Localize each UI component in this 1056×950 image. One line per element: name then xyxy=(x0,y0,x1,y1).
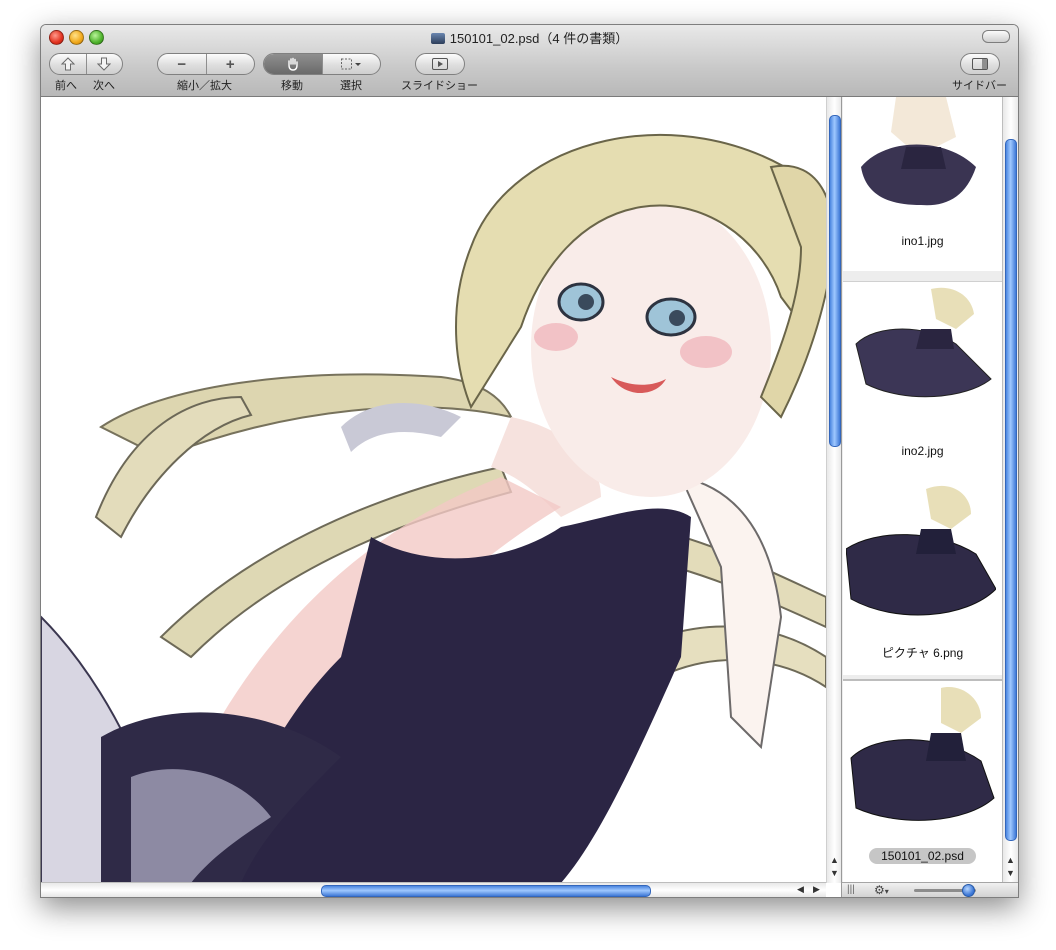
sidebar-scrollbar[interactable]: ▲ ▼ xyxy=(1002,97,1018,883)
gear-icon: ⚙ xyxy=(874,883,885,897)
next-label: 次へ xyxy=(93,80,115,92)
sidebar-item-150101-02[interactable]: 150101_02.psd xyxy=(843,679,1002,883)
tool-mode-control xyxy=(263,53,381,75)
sidebar-scroll-thumb[interactable] xyxy=(1005,139,1017,841)
scroll-down-arrow-icon[interactable]: ▼ xyxy=(827,868,842,878)
prev-button[interactable] xyxy=(50,54,86,74)
slideshow-control xyxy=(415,53,465,75)
move-tool-button[interactable] xyxy=(264,54,322,74)
select-label: 選択 xyxy=(340,80,362,92)
thumbnail-image xyxy=(846,97,996,227)
sidebar: ino1.jpg ino2.jpg ピクチャ 6.png 150101_02.p… xyxy=(841,97,1003,883)
zoom-control: − + xyxy=(157,53,255,75)
zoom-in-button[interactable]: + xyxy=(205,54,255,74)
document-icon xyxy=(430,33,445,44)
thumbnail-image xyxy=(846,479,996,639)
up-arrow-icon xyxy=(60,57,75,71)
sidebar-label: サイドバー xyxy=(952,80,1007,92)
window-title: 150101_02.psd（4 件の書類） xyxy=(449,31,629,46)
illustration-image xyxy=(41,97,826,883)
main-vertical-scroll-thumb[interactable] xyxy=(829,115,841,447)
prev-next-control xyxy=(49,53,123,75)
next-button[interactable] xyxy=(85,54,123,74)
scroll-up-arrow-icon[interactable]: ▲ xyxy=(827,855,842,865)
slideshow-label: スライドショー xyxy=(401,80,478,92)
action-menu-button[interactable]: ⚙▾ xyxy=(874,883,889,897)
thumbnail-image xyxy=(846,284,996,434)
sidebar-item-ino1[interactable]: ino1.jpg xyxy=(843,97,1002,271)
prev-label: 前へ xyxy=(55,80,77,92)
resize-handle-icon[interactable]: ||| xyxy=(847,884,855,895)
sidebar-item-label: ino1.jpg xyxy=(901,234,944,248)
slideshow-button[interactable] xyxy=(416,54,464,74)
zoom-label: 縮小／拡大 xyxy=(177,80,232,92)
sidebar-item-label: ino2.jpg xyxy=(901,444,944,458)
sidebar-toggle-control xyxy=(960,53,1000,75)
sidebar-item-label: 150101_02.psd xyxy=(843,848,1002,864)
sidebar-item-picture6[interactable]: ピクチャ 6.png xyxy=(843,477,1002,675)
main-vertical-scrollbar[interactable]: ▲ ▼ xyxy=(826,97,842,883)
sidebar-scroll-down-arrow-icon[interactable]: ▼ xyxy=(1003,868,1018,878)
toolbar-toggle-button[interactable] xyxy=(982,30,1010,43)
main-horizontal-scroll-thumb[interactable] xyxy=(321,885,651,897)
marquee-select-icon xyxy=(341,58,362,70)
titlebar: 150101_02.psd（4 件の書類） 前へ 次へ − + 縮小／拡大 移動… xyxy=(41,25,1018,97)
selected-item-label: 150101_02.psd xyxy=(869,848,976,864)
select-tool-button[interactable] xyxy=(321,54,381,74)
thumbnail-size-slider-knob[interactable] xyxy=(961,884,975,897)
window-title-area: 150101_02.psd（4 件の書類） xyxy=(41,28,1018,47)
thumbnail-size-slider[interactable] xyxy=(914,884,976,897)
main-horizontal-scrollbar[interactable]: ◀ ▶ xyxy=(41,882,826,897)
sidebar-item-ino2[interactable]: ino2.jpg xyxy=(843,281,1002,478)
sidebar-item-label: ピクチャ 6.png xyxy=(881,646,964,660)
move-label: 移動 xyxy=(281,80,303,92)
preview-window: 150101_02.psd（4 件の書類） 前へ 次へ − + 縮小／拡大 移動… xyxy=(40,24,1019,898)
sidebar-scroll-up-arrow-icon[interactable]: ▲ xyxy=(1003,855,1018,865)
down-arrow-icon xyxy=(97,57,112,71)
zoom-out-button[interactable]: − xyxy=(158,54,206,74)
hand-icon xyxy=(288,57,298,71)
scroll-left-arrow-icon[interactable]: ◀ xyxy=(793,884,808,895)
thumbnail-image xyxy=(846,683,996,843)
sidebar-bottom-bar: ||| ⚙▾ xyxy=(841,882,1018,897)
play-icon xyxy=(432,58,448,70)
sidebar-toggle-button[interactable] xyxy=(961,54,999,74)
image-canvas[interactable] xyxy=(41,97,826,883)
scroll-right-arrow-icon[interactable]: ▶ xyxy=(809,884,824,895)
sidebar-panel-icon xyxy=(972,58,988,70)
